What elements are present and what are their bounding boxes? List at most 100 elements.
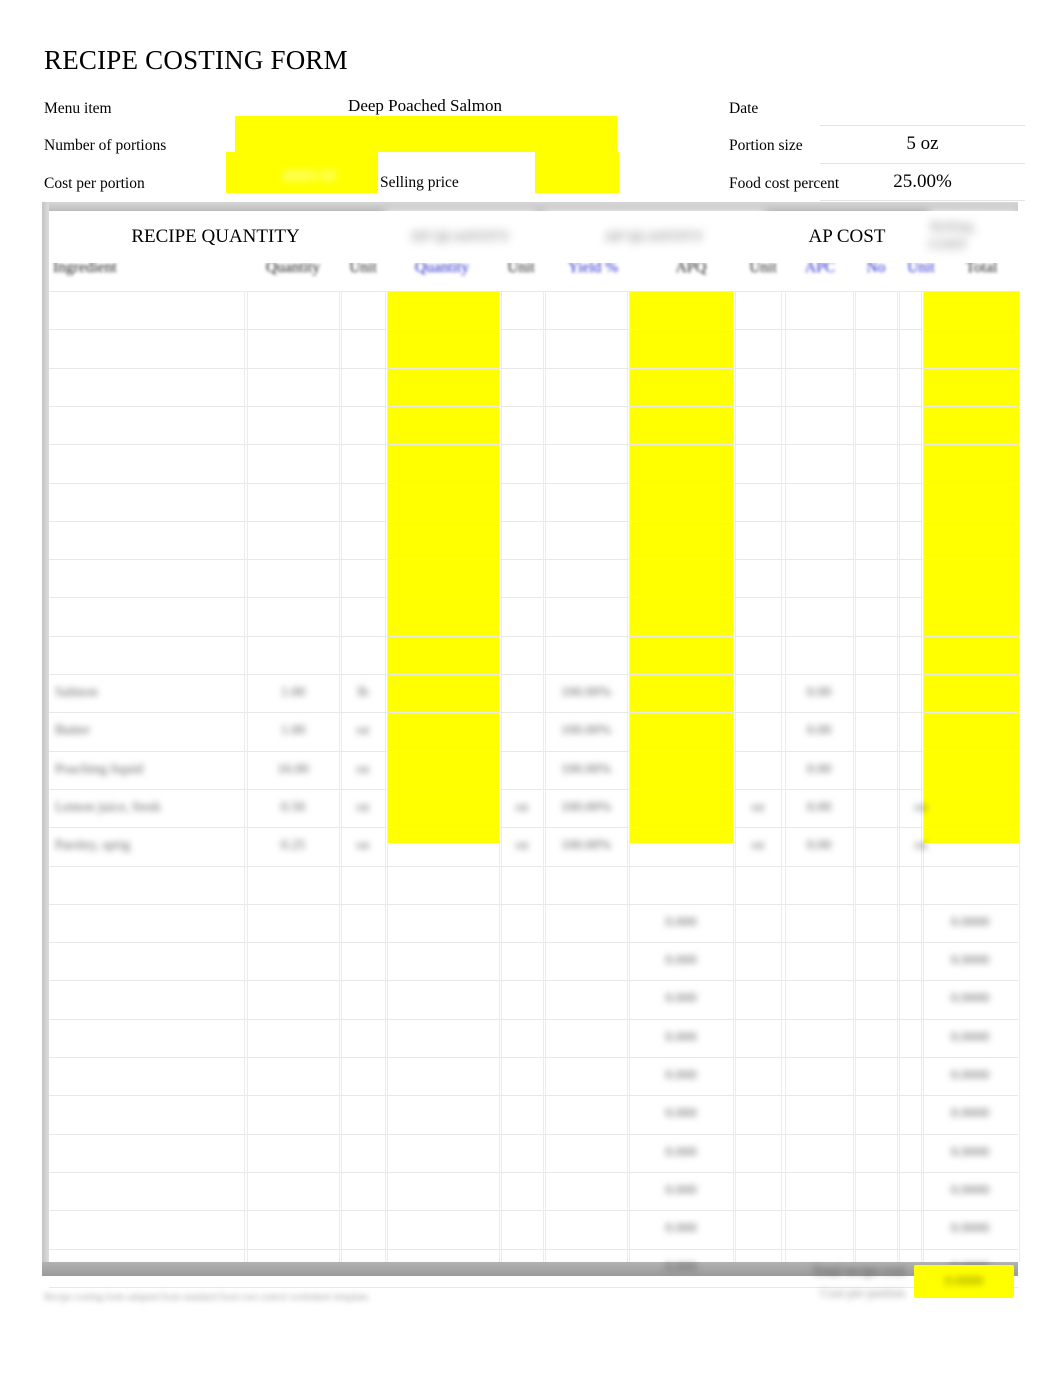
column-header-apc-unit: Unit: [907, 263, 935, 276]
section-ap-cost: AP COST: [771, 211, 923, 263]
table-cell[interactable]: 0.000: [629, 989, 733, 1009]
grid-row-line: [49, 444, 1018, 446]
total-cost-per-portion-label: Cost per portion: [820, 1285, 906, 1300]
grid-row-line: [49, 1248, 1018, 1250]
table-cell[interactable]: 0.0000: [923, 1143, 1017, 1163]
table-cell[interactable]: 100.00%: [545, 721, 627, 741]
table-body: Salmon 1.00 lb 100.00% 0.00 Butter 1.00 oz 100.0…: [49, 291, 1020, 1288]
table-cell[interactable]: 100.00%: [545, 836, 627, 856]
grid-row-line: [49, 674, 1018, 675]
column-header-row: Ingredient Quantity Unit Quantity Unit Y…: [49, 263, 1018, 291]
table-cell[interactable]: 100.00%: [545, 683, 627, 703]
column-header-apc: APC: [804, 263, 836, 276]
total-recipe-cost-value: 0.0000: [944, 1274, 984, 1289]
grid-col-line: [899, 291, 900, 1262]
menu-item-label: Menu item: [44, 100, 112, 117]
table-cell[interactable]: 0.000: [629, 1143, 733, 1163]
number-of-portions-field[interactable]: [235, 116, 617, 152]
grid-row-line: [49, 635, 1018, 637]
grid-row-line: [49, 827, 1018, 829]
grid-row-line: [49, 367, 1018, 369]
table-cell[interactable]: 0.00: [785, 721, 853, 741]
recipe-costing-form-page: RECIPE COSTING FORM Menu item Number of …: [0, 0, 1062, 1377]
cost-per-portion-value: #DIV/0!: [282, 168, 338, 185]
table-cell[interactable]: 0.000: [629, 1181, 733, 1201]
section-recipe-quantity: RECIPE QUANTITY: [49, 211, 382, 263]
food-cost-percent-value[interactable]: 25.00%: [820, 171, 1025, 193]
table-cell[interactable]: oz: [899, 836, 943, 856]
table-cell[interactable]: 0.000: [629, 951, 733, 971]
grid-col-line: [921, 291, 922, 1262]
total-recipe-cost-label: Total recipe cost: [812, 1264, 905, 1279]
table-cell[interactable]: oz: [341, 760, 385, 780]
table-cell[interactable]: oz: [341, 721, 385, 741]
table-cell[interactable]: 100.00%: [545, 760, 627, 780]
column-header-ep-unit: Unit: [507, 263, 535, 276]
column-header-no: No: [866, 263, 886, 276]
grid-col-line: [853, 291, 854, 1262]
table-cell[interactable]: oz: [735, 836, 781, 856]
grid-row-line: [49, 1057, 1018, 1058]
page-title: RECIPE COSTING FORM: [44, 45, 348, 75]
totals-box: Total recipe cost Cost per portion 0.000…: [715, 1260, 1018, 1304]
grid-row-line: [49, 903, 1018, 905]
column-header-apq: APQ: [675, 263, 707, 276]
table-cell[interactable]: 100.00%: [545, 798, 627, 818]
table-cell[interactable]: 0.25: [247, 836, 339, 856]
table-cell[interactable]: lb: [341, 683, 385, 703]
table-cell[interactable]: 0.0000: [923, 1066, 1017, 1086]
column-header-ap-unit: Unit: [749, 263, 777, 276]
grid-row-line: [49, 559, 1018, 561]
table-cell[interactable]: oz: [341, 798, 385, 818]
table-cell[interactable]: 0.00: [785, 836, 853, 856]
table-cell[interactable]: oz: [341, 836, 385, 856]
table-cell[interactable]: oz: [501, 798, 543, 818]
table-cell[interactable]: 0.0000: [923, 989, 1017, 1009]
grid-row-line: [49, 520, 1018, 522]
grid-row-line: [49, 1018, 1018, 1020]
ep-quantity-input-column[interactable]: [387, 291, 499, 843]
grid-row-line: [49, 1095, 1018, 1097]
table-cell[interactable]: oz: [735, 798, 781, 818]
table-cell[interactable]: 0.000: [629, 1219, 733, 1239]
table-cell[interactable]: 0.000: [629, 1066, 733, 1086]
total-cost-input-column[interactable]: [923, 291, 1019, 843]
table-cell[interactable]: oz: [899, 798, 943, 818]
table-cell[interactable]: 0.000: [629, 1104, 733, 1124]
table-cell[interactable]: 0.50: [247, 798, 339, 818]
footnote: Recipe costing form adapted from standar…: [44, 1292, 371, 1303]
table-cell[interactable]: 0.0000: [923, 1028, 1017, 1048]
table-cell[interactable]: 1.00: [247, 683, 339, 703]
column-header-unit: Unit: [349, 263, 377, 276]
table-cell[interactable]: 0.0000: [923, 913, 1017, 933]
table-cell[interactable]: 0.0000: [923, 1219, 1017, 1239]
table-cell[interactable]: Butter: [51, 721, 245, 741]
table-cell[interactable]: 0.00: [785, 798, 853, 818]
portion-size-value[interactable]: 5 oz: [820, 133, 1025, 155]
grid-col-line: [781, 291, 782, 1262]
apq-input-column[interactable]: [629, 291, 733, 843]
table-cell[interactable]: 0.0000: [923, 951, 1017, 971]
table-cell[interactable]: 0.000: [629, 1028, 733, 1048]
grid-col-line: [501, 291, 502, 1262]
table-cell[interactable]: 16.00: [247, 760, 339, 780]
table-cell[interactable]: 0.00: [785, 760, 853, 780]
table-cell[interactable]: oz: [501, 836, 543, 856]
menu-item-value: Deep Poached Salmon: [348, 96, 502, 115]
table-cell[interactable]: 0.000: [629, 913, 733, 933]
table-cell[interactable]: Parsley, sprig: [51, 836, 245, 856]
table-left-band: [42, 202, 49, 1276]
table-cell[interactable]: 0.00: [785, 683, 853, 703]
portion-size-label: Portion size: [729, 137, 803, 154]
section-ep-quantity: EP QUANTITY: [385, 211, 537, 263]
table-cell[interactable]: Lemon juice, fresh: [51, 798, 245, 818]
table-cell[interactable]: Salmon: [51, 683, 245, 703]
grid-row-line: [49, 1210, 1018, 1212]
table-cell[interactable]: Poaching liquid: [51, 760, 245, 780]
column-header-yield: Yield %: [567, 263, 619, 276]
table-cell[interactable]: 1.00: [247, 721, 339, 741]
section-header-row: RECIPE QUANTITY EP QUANTITY AP QUANTITY …: [49, 211, 1018, 263]
table-top-band: [42, 202, 1018, 211]
table-cell[interactable]: 0.0000: [923, 1181, 1017, 1201]
table-cell[interactable]: 0.0000: [923, 1104, 1017, 1124]
